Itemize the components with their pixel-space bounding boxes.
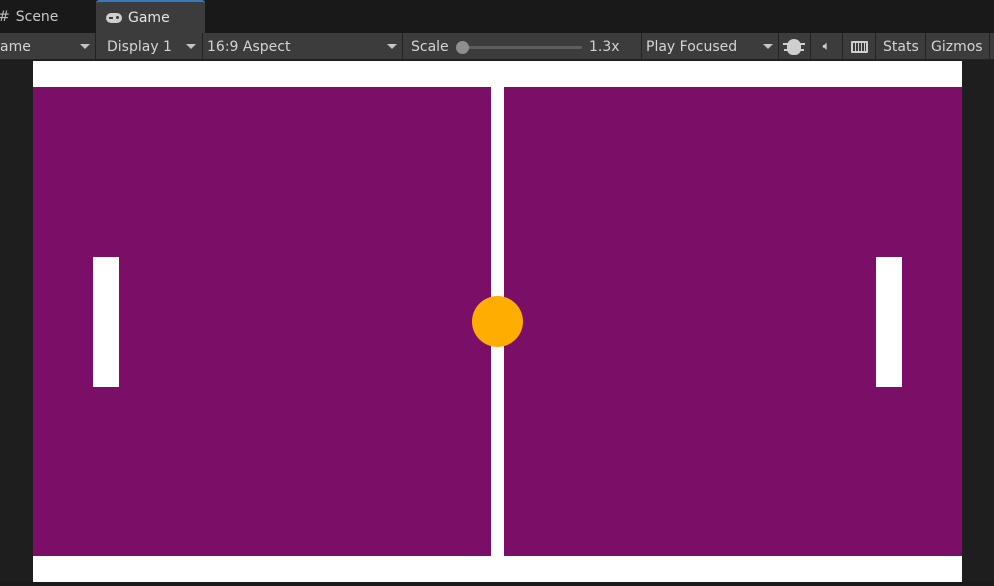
tab-scene[interactable]: # Scene [0, 0, 58, 33]
tab-game-label: Game [128, 9, 170, 26]
panel-bottom-border [0, 582, 994, 586]
chevron-down-icon [80, 44, 90, 49]
scale-value: 1.3x [589, 38, 620, 55]
scale-label: Scale [411, 38, 449, 55]
speaker-icon: 🔈︎ [822, 39, 831, 54]
debug-button[interactable] [782, 33, 806, 60]
aspect-dropdown[interactable]: 16:9 Aspect [207, 33, 402, 60]
display-dropdown-label: Display 1 [107, 38, 172, 55]
chevron-down-icon [186, 44, 196, 49]
right-paddle [876, 257, 902, 387]
left-paddle [93, 257, 119, 387]
mute-audio-button[interactable]: 🔈︎ [813, 33, 840, 60]
divider [989, 33, 990, 60]
mode-dropdown[interactable]: ame [0, 33, 95, 60]
play-mode-dropdown[interactable]: Play Focused [646, 33, 776, 60]
tab-game[interactable]: Game [96, 0, 205, 33]
tab-scene-label: Scene [15, 8, 59, 25]
divider [641, 33, 642, 60]
bug-icon [783, 38, 805, 55]
tab-strip: # Scene Game [0, 0, 994, 33]
display-dropdown[interactable]: Display 1 [107, 33, 202, 60]
divider [778, 33, 779, 60]
game-viewport[interactable] [33, 61, 962, 582]
chevron-down-icon [387, 44, 397, 49]
divider [925, 33, 926, 60]
divider [202, 33, 203, 60]
keyboard-icon [850, 40, 868, 53]
gizmos-button[interactable]: Gizmos [931, 33, 983, 60]
ball [472, 296, 523, 347]
hash-icon: # [0, 9, 10, 25]
play-mode-dropdown-label: Play Focused [646, 38, 738, 55]
aspect-dropdown-label: 16:9 Aspect [207, 38, 291, 55]
stats-button[interactable]: Stats [883, 33, 919, 60]
mode-dropdown-label: ame [0, 38, 31, 55]
pong-court [33, 87, 962, 556]
divider [402, 33, 403, 60]
divider [95, 33, 96, 60]
divider [842, 33, 843, 60]
shortcuts-button[interactable] [846, 33, 872, 60]
gamepad-icon [106, 12, 122, 23]
scale-slider-track[interactable] [462, 46, 582, 49]
divider [875, 33, 876, 60]
divider [810, 33, 811, 60]
chevron-down-icon [763, 44, 773, 49]
scale-slider-handle[interactable] [456, 41, 469, 54]
